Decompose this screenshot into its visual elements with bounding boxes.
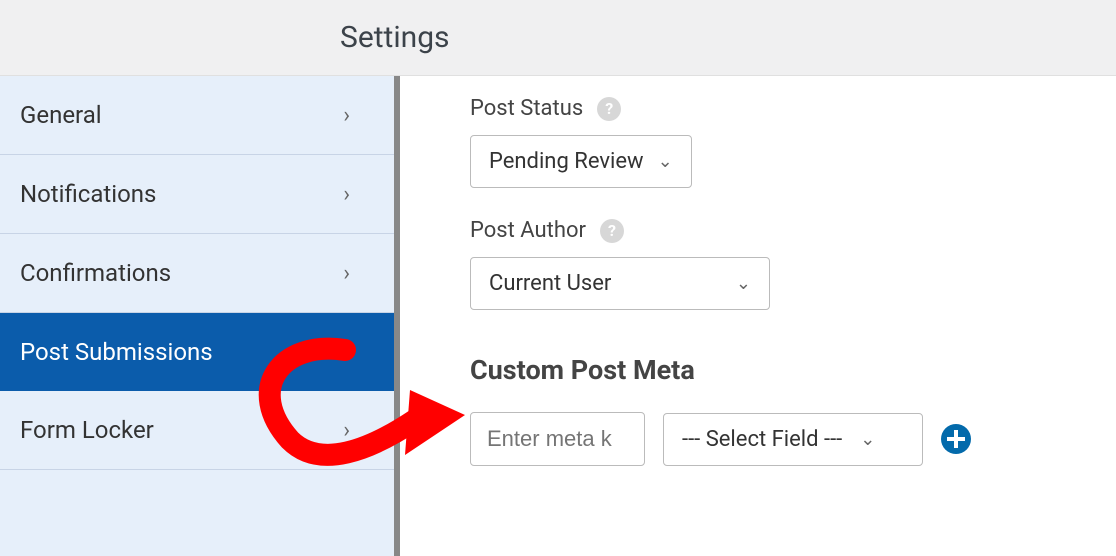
post-author-select[interactable]: Current User ⌄	[470, 257, 770, 310]
sidebar-item-general[interactable]: General ›	[0, 76, 394, 155]
custom-post-meta-title: Custom Post Meta	[470, 354, 1116, 386]
page-title: Settings	[340, 20, 1116, 55]
chevron-right-icon: ›	[343, 103, 350, 128]
sidebar-item-label: Form Locker	[20, 416, 154, 444]
post-author-label-row: Post Author ?	[470, 218, 1116, 243]
sidebar-item-post-submissions[interactable]: Post Submissions ⌄	[0, 313, 394, 391]
sidebar-item-form-locker[interactable]: Form Locker ›	[0, 391, 394, 470]
meta-field-placeholder: --- Select Field ---	[682, 427, 842, 452]
chevron-down-icon: ⌄	[658, 151, 673, 172]
post-author-label: Post Author	[470, 218, 586, 243]
post-status-label-row: Post Status ?	[470, 96, 1116, 121]
chevron-down-icon: ⌄	[860, 429, 875, 450]
sidebar-item-label: General	[20, 101, 102, 129]
chevron-right-icon: ›	[343, 261, 350, 286]
post-status-select[interactable]: Pending Review ⌄	[470, 135, 692, 188]
meta-key-input[interactable]	[470, 412, 645, 466]
content-container: General › Notifications › Confirmations …	[0, 76, 1116, 556]
main-panel: Post Status ? Pending Review ⌄ Post Auth…	[400, 76, 1116, 556]
page-header: Settings	[0, 0, 1116, 76]
post-status-label: Post Status	[470, 96, 583, 121]
chevron-right-icon: ›	[343, 182, 350, 207]
sidebar-item-label: Confirmations	[20, 259, 171, 287]
sidebar-item-label: Notifications	[20, 180, 156, 208]
help-icon[interactable]: ?	[600, 219, 624, 243]
post-status-value: Pending Review	[489, 149, 644, 174]
post-author-value: Current User	[489, 271, 611, 296]
chevron-down-icon: ⌄	[736, 273, 751, 294]
chevron-right-icon: ›	[343, 418, 350, 443]
sidebar-item-notifications[interactable]: Notifications ›	[0, 155, 394, 234]
plus-icon	[947, 430, 965, 448]
sidebar-item-confirmations[interactable]: Confirmations ›	[0, 234, 394, 313]
meta-field-select[interactable]: --- Select Field --- ⌄	[663, 413, 923, 466]
custom-meta-row: --- Select Field --- ⌄	[470, 412, 1116, 466]
chevron-down-icon: ⌄	[332, 340, 350, 365]
sidebar-item-label: Post Submissions	[20, 338, 213, 366]
add-meta-button[interactable]	[941, 424, 971, 454]
settings-sidebar: General › Notifications › Confirmations …	[0, 76, 400, 556]
help-icon[interactable]: ?	[597, 97, 621, 121]
